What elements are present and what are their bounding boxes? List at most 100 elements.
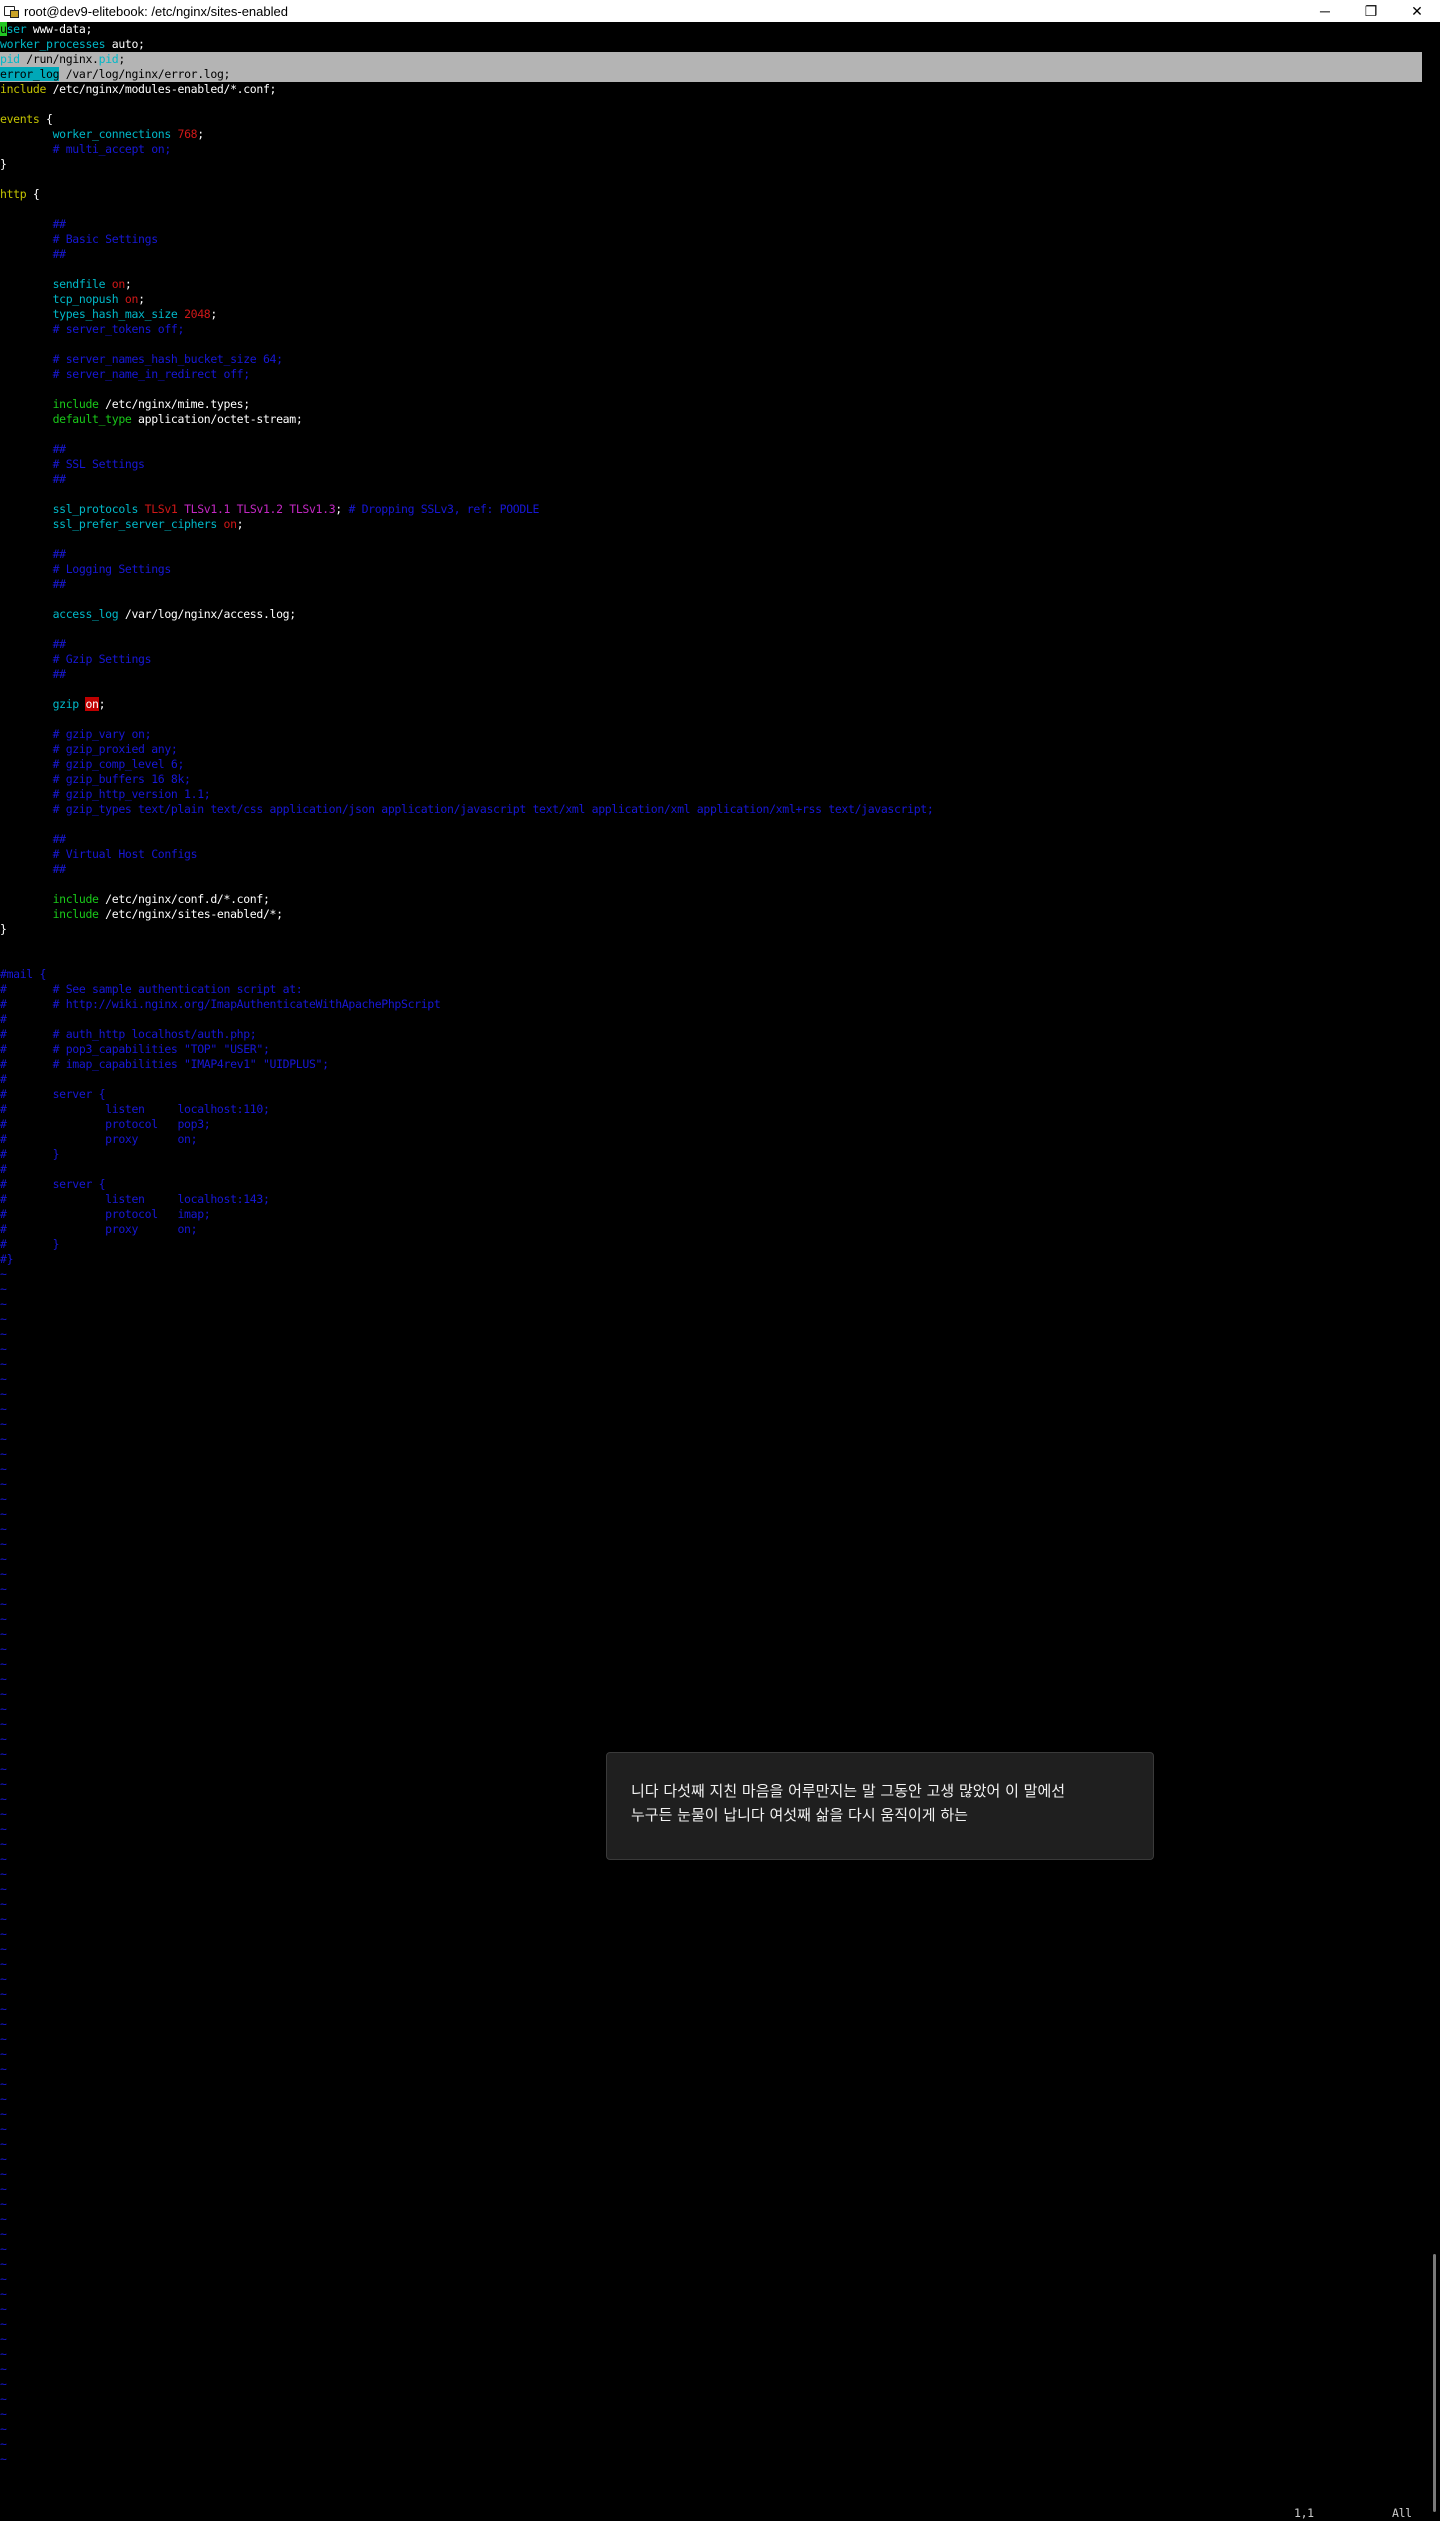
code-token: ##	[0, 472, 67, 486]
restore-button[interactable]: ❐	[1348, 0, 1394, 22]
code-line: # SSL Settings	[0, 457, 1422, 472]
code-line: ##	[0, 472, 1422, 487]
empty-line-tilde: ~	[0, 2152, 7, 2166]
code-token: # Virtual Host Configs	[0, 847, 198, 861]
code-line: # gzip_comp_level 6;	[0, 757, 1422, 772]
code-line: include /etc/nginx/modules-enabled/*.con…	[0, 82, 1422, 97]
code-token: #mail {	[0, 967, 47, 981]
empty-line-tilde: ~	[0, 1477, 7, 1491]
empty-line-tilde: ~	[0, 1672, 7, 1686]
code-token: }	[0, 922, 7, 936]
empty-line-tilde: ~	[0, 1312, 7, 1326]
empty-line-tilde: ~	[0, 2362, 7, 2376]
code-token: auto;	[105, 37, 145, 51]
code-token: on	[111, 277, 126, 291]
empty-line-tilde: ~	[0, 1507, 7, 1521]
empty-line-tilde: ~	[0, 1267, 7, 1281]
empty-line-tilde: ~	[0, 2002, 7, 2016]
close-button[interactable]: ✕	[1394, 0, 1440, 22]
empty-line-tilde: ~	[0, 1867, 7, 1881]
code-line: # # See sample authentication script at:	[0, 982, 1422, 997]
empty-line-tilde: ~	[0, 2257, 7, 2271]
scrollbar-thumb[interactable]	[1433, 2254, 1436, 2512]
empty-line-tilde: ~	[0, 1942, 7, 1956]
empty-line-tilde: ~	[0, 1327, 7, 1341]
code-line: # listen localhost:143;	[0, 1192, 1422, 1207]
code-line: # multi_accept on;	[0, 142, 1422, 157]
code-token: # gzip_types text/plain text/css applica…	[0, 802, 934, 816]
empty-line-tilde: ~	[0, 1372, 7, 1386]
terminal-scrollbar[interactable]	[1422, 22, 1440, 2512]
code-token: # gzip_comp_level 6;	[0, 757, 185, 771]
code-line: # protocol imap;	[0, 1207, 1422, 1222]
empty-line-tilde: ~	[0, 2287, 7, 2301]
code-token: # gzip_http_version 1.1;	[0, 787, 211, 801]
code-token: /run/nginx.	[19, 52, 99, 66]
notification-line-1: 니다 다섯째 지친 마음을 어루만지는 말 그동안 고생 많았어 이 말에선	[631, 1782, 1066, 1800]
code-line: gzip on;	[0, 697, 1422, 712]
scroll-indicator: All	[1392, 2506, 1412, 2520]
code-line: # Virtual Host Configs	[0, 847, 1422, 862]
terminal-vim-editor[interactable]: user www-data; worker_processes auto; pid …	[0, 22, 1422, 2520]
code-token: ssl_protocols	[0, 502, 139, 516]
window-title: root@dev9-elitebook: /etc/nginx/sites-en…	[24, 3, 288, 19]
code-token: pid	[0, 52, 20, 66]
code-line: # # pop3_capabilities "TOP" "USER";	[0, 1042, 1422, 1057]
code-token: #}	[0, 1252, 14, 1266]
empty-line-tilde: ~	[0, 1402, 7, 1416]
empty-line-tilde: ~	[0, 1972, 7, 1986]
code-token: # proxy on;	[0, 1132, 198, 1146]
empty-line-tilde: ~	[0, 1522, 7, 1536]
empty-line-tilde: ~	[0, 2062, 7, 2076]
code-line: include /etc/nginx/conf.d/*.conf;	[0, 892, 1422, 907]
empty-line-tilde: ~	[0, 2302, 7, 2316]
code-token: # protocol pop3;	[0, 1117, 211, 1131]
empty-line-tilde: ~	[0, 2197, 7, 2211]
code-token: # }	[0, 1147, 60, 1161]
empty-line-tilde: ~	[0, 2077, 7, 2091]
code-line: sendfile on;	[0, 277, 1422, 292]
code-line: tcp_nopush on;	[0, 292, 1422, 307]
code-token: {	[26, 187, 40, 201]
code-token: #	[0, 1072, 7, 1086]
window-titlebar[interactable]: root@dev9-elitebook: /etc/nginx/sites-en…	[0, 0, 1440, 22]
code-token: ##	[0, 217, 67, 231]
code-line: }	[0, 922, 1422, 937]
code-line: # protocol pop3;	[0, 1117, 1422, 1132]
code-token: #	[0, 1012, 7, 1026]
code-token: # Basic Settings	[0, 232, 159, 246]
code-line: # gzip_http_version 1.1;	[0, 787, 1422, 802]
code-line: #mail {	[0, 967, 1422, 982]
code-token: # server {	[0, 1177, 106, 1191]
code-token: www-data;	[26, 22, 93, 36]
empty-line-tilde: ~	[0, 1357, 7, 1371]
code-line: # gzip_types text/plain text/css applica…	[0, 802, 1422, 817]
code-token: ;	[197, 127, 204, 141]
code-line: user www-data;	[0, 22, 1422, 37]
code-token: ssl_prefer_server_ciphers	[0, 517, 218, 531]
code-token: TLSv1.3	[289, 502, 336, 516]
code-line: # server {	[0, 1087, 1422, 1102]
code-line: include /etc/nginx/mime.types;	[0, 397, 1422, 412]
empty-line-tilde: ~	[0, 2092, 7, 2106]
terminal-app-icon	[4, 4, 19, 18]
code-token: ;	[236, 517, 244, 531]
code-token: ##	[0, 832, 67, 846]
empty-line-tilde: ~	[0, 2182, 7, 2196]
code-token: 2048	[184, 307, 211, 321]
minimize-button[interactable]: ─	[1302, 0, 1348, 22]
code-token: }	[0, 157, 7, 171]
code-line: # Basic Settings	[0, 232, 1422, 247]
code-line: }	[0, 157, 1422, 172]
empty-line-tilde: ~	[0, 2392, 7, 2406]
code-token: # server_tokens off;	[0, 322, 185, 336]
